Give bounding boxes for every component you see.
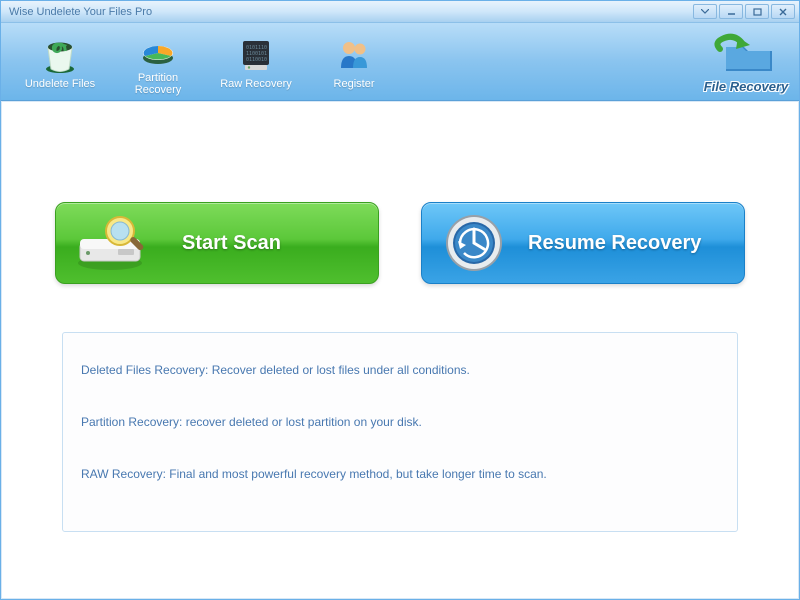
info-box: Deleted Files Recovery: Recover deleted … (62, 332, 738, 532)
start-scan-button[interactable]: Start Scan (55, 202, 379, 284)
toolbar-partition-recovery[interactable]: Partition Recovery (109, 28, 207, 96)
toolbar-label: Undelete Files (11, 78, 109, 90)
toolbar-undelete-files[interactable]: Undelete Files (11, 34, 109, 90)
action-buttons: Start Scan Resume Recovery (2, 202, 798, 284)
minimize-button[interactable] (719, 4, 743, 19)
resume-recovery-button[interactable]: Resume Recovery (421, 202, 745, 284)
window-controls (693, 4, 795, 19)
toolbar-register[interactable]: Register (305, 34, 403, 90)
main-panel: Start Scan Resume Recovery Deleted Files… (1, 101, 799, 599)
folder-arrow-icon (712, 31, 780, 75)
toolbar: Undelete Files Partition Recovery 010111… (1, 23, 799, 101)
info-line-deleted: Deleted Files Recovery: Recover deleted … (81, 363, 719, 377)
titlebar: Wise Undelete Your Files Pro (1, 1, 799, 23)
toolbar-label: Partition Recovery (109, 72, 207, 96)
brand-text: File Recovery (704, 79, 789, 94)
toolbar-label: Raw Recovery (207, 78, 305, 90)
window-title: Wise Undelete Your Files Pro (5, 6, 693, 18)
start-scan-label: Start Scan (182, 232, 281, 255)
caret-button[interactable] (693, 4, 717, 19)
toolbar-raw-recovery[interactable]: 0101110 1100101 0110010 Raw Recovery (207, 34, 305, 90)
pie-chart-icon (109, 28, 207, 70)
toolbar-label: Register (305, 78, 403, 90)
brand-logo: File Recovery (701, 29, 791, 95)
info-line-partition: Partition Recovery: recover deleted or l… (81, 415, 719, 429)
drive-magnifier-icon (74, 213, 162, 273)
svg-text:0110010: 0110010 (246, 57, 267, 63)
trash-icon (11, 34, 109, 76)
maximize-button[interactable] (745, 4, 769, 19)
close-button[interactable] (771, 4, 795, 19)
info-line-raw: RAW Recovery: Final and most powerful re… (81, 467, 719, 481)
binary-drive-icon: 0101110 1100101 0110010 (207, 34, 305, 76)
resume-recovery-label: Resume Recovery (528, 232, 701, 255)
clock-restore-icon (440, 209, 508, 277)
users-icon (305, 34, 403, 76)
